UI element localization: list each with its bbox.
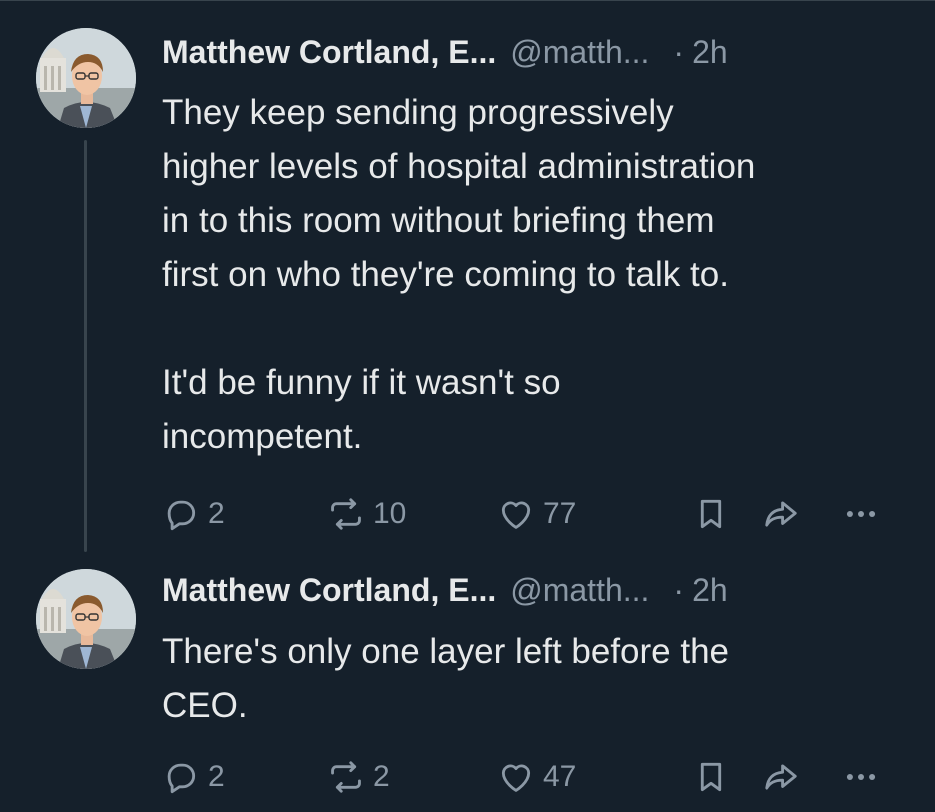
reply-icon xyxy=(167,763,196,794)
tweet-text: There's only one layer left before the C… xyxy=(162,632,730,725)
retweet-count: 10 xyxy=(373,497,407,530)
separator-dot: · xyxy=(673,571,685,608)
retweet-icon xyxy=(331,498,361,530)
retweet-button[interactable]: 2 xyxy=(327,755,390,799)
author-name[interactable]: Matthew Cortland, E... xyxy=(162,34,496,71)
bookmark-button[interactable] xyxy=(692,755,730,799)
thread-line xyxy=(84,140,87,552)
tweet-header: Matthew Cortland, E... @matth... · 2h xyxy=(162,568,728,612)
more-icon xyxy=(846,773,876,781)
more-button[interactable] xyxy=(842,492,880,536)
author-name[interactable]: Matthew Cortland, E... xyxy=(162,572,496,609)
like-count: 77 xyxy=(543,497,577,530)
reply-button[interactable]: 2 xyxy=(162,492,225,536)
avatar[interactable] xyxy=(36,569,136,669)
bookmark-button[interactable] xyxy=(692,492,730,536)
tweet-actions: 2 10 77 xyxy=(162,492,902,536)
avatar[interactable] xyxy=(36,28,136,128)
share-icon xyxy=(765,501,797,527)
more-button[interactable] xyxy=(842,755,880,799)
like-count: 47 xyxy=(543,760,577,793)
share-icon xyxy=(765,764,797,790)
reply-button[interactable]: 2 xyxy=(162,755,225,799)
author-handle[interactable]: @matth... xyxy=(510,34,649,71)
more-icon xyxy=(846,510,876,518)
retweet-icon xyxy=(331,761,361,793)
tweet-header: Matthew Cortland, E... @matth... · 2h xyxy=(162,30,728,74)
timestamp[interactable]: 2h xyxy=(692,34,728,71)
retweet-button[interactable]: 10 xyxy=(327,492,406,536)
retweet-count: 2 xyxy=(373,760,390,793)
heart-icon xyxy=(501,501,531,529)
profile-photo-icon xyxy=(36,569,136,669)
bookmark-icon xyxy=(700,762,722,792)
timestamp[interactable]: 2h xyxy=(692,572,728,609)
profile-photo-icon xyxy=(36,28,136,128)
separator-dot: · xyxy=(673,33,685,70)
reply-icon xyxy=(167,500,196,531)
heart-icon xyxy=(501,764,531,792)
tweet[interactable]: Matthew Cortland, E... @matth... · 2h Th… xyxy=(0,555,935,812)
like-button[interactable]: 47 xyxy=(497,755,576,799)
reply-count: 2 xyxy=(208,497,225,530)
reply-count: 2 xyxy=(208,760,225,793)
tweet-text: They keep sending progressively higher l… xyxy=(162,93,756,456)
share-button[interactable] xyxy=(762,492,800,536)
like-button[interactable]: 77 xyxy=(497,492,576,536)
tweet-actions: 2 2 47 xyxy=(162,755,902,799)
share-button[interactable] xyxy=(762,755,800,799)
bookmark-icon xyxy=(700,499,722,529)
author-handle[interactable]: @matth... xyxy=(510,572,649,609)
tweet[interactable]: Matthew Cortland, E... @matth... · 2h Th… xyxy=(0,0,935,555)
